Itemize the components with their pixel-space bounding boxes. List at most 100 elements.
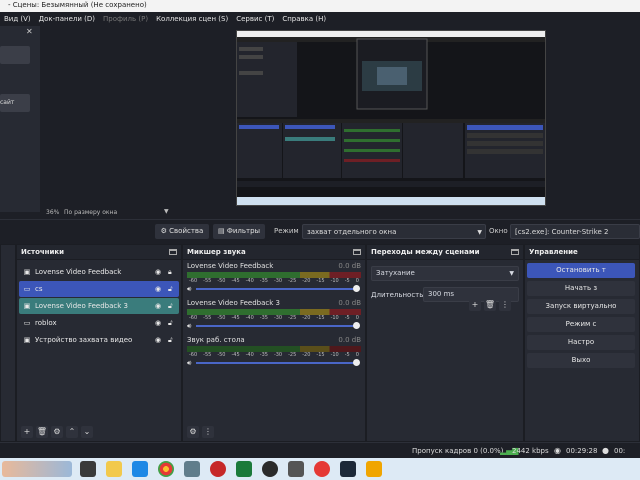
studio-mode-button[interactable]: Режим с [527, 317, 635, 332]
zoom-level[interactable]: 36% [46, 209, 59, 216]
trash-icon[interactable]: 🗑︎ [484, 299, 496, 311]
window-label: Окно [489, 227, 508, 235]
mode-label: Режим [274, 227, 299, 235]
left-dock-button[interactable] [0, 46, 30, 64]
volume-slider[interactable] [196, 285, 360, 292]
window-value: [cs2.exe]: Counter-Strike 2 [515, 228, 609, 236]
filters-label: Фильтры [226, 227, 261, 235]
source-item[interactable]: ▣ Lovense Video Feedback ◉ 🔒︎ [19, 264, 179, 280]
transitions-header: Переходы между сценами [367, 245, 523, 260]
left-dock-item[interactable]: сайт [0, 94, 30, 112]
menu-help[interactable]: Справка (H) [278, 15, 330, 23]
button-label: Режим с [565, 320, 597, 328]
store-icon[interactable] [132, 461, 148, 477]
more-icon[interactable]: ⋮ [499, 299, 511, 311]
eye-icon[interactable]: ◉ [155, 302, 163, 310]
transition-select[interactable]: Затухание ▼ [371, 266, 519, 281]
speaker-icon[interactable]: 🔊︎ [187, 285, 196, 294]
menu-profile[interactable]: Профиль (P) [99, 15, 152, 23]
eye-icon[interactable]: ◉ [155, 336, 163, 344]
move-up-icon[interactable]: ⌃ [66, 426, 78, 438]
folder-icon[interactable] [106, 461, 122, 477]
mixer-track: Lovense Video Feedback 3 0.0 dB -60 -55 -50… [187, 299, 361, 330]
properties-button[interactable]: ⚙ Свойства [155, 224, 209, 239]
menu-scene-collection[interactable]: Коллекция сцен (S) [152, 15, 232, 23]
duration-label: Длительность [371, 290, 424, 299]
track-name: Звук раб. стола [187, 336, 245, 344]
eye-icon[interactable]: ◉ [155, 285, 163, 293]
menu-tools[interactable]: Сервис (T) [232, 15, 278, 23]
filter-icon: ▤ [217, 227, 225, 235]
source-label: roblox [35, 319, 57, 327]
preview-canvas[interactable] [236, 30, 546, 206]
start-recording-button[interactable]: Начать з [527, 281, 635, 296]
game-capture-icon: ▭ [23, 319, 31, 327]
steam-icon[interactable] [340, 461, 356, 477]
window-select[interactable]: [cs2.exe]: Counter-Strike 2 [510, 224, 640, 239]
chevron-down-icon[interactable]: ▼ [164, 208, 169, 215]
exit-button[interactable]: Выхо [527, 353, 635, 368]
volume-meter [187, 346, 361, 352]
source-item[interactable]: ▭ cs ◉ 🔓︎ [19, 281, 179, 297]
track-name: Lovense Video Feedback 3 [187, 299, 280, 307]
eye-icon[interactable]: ◉ [155, 319, 163, 327]
excel-icon[interactable] [236, 461, 252, 477]
zoom-mode[interactable]: По размеру окна [64, 209, 117, 216]
obs-icon[interactable] [262, 461, 278, 477]
more-icon[interactable]: ⋮ [202, 426, 214, 438]
bitrate: 2442 kbps [512, 447, 549, 455]
gear-icon[interactable] [288, 461, 304, 477]
settings-button[interactable]: Настро [527, 335, 635, 350]
unlock-icon[interactable]: 🔓︎ [168, 336, 175, 344]
taskbar-thumbnail[interactable] [2, 461, 72, 477]
yandex-icon[interactable] [314, 461, 330, 477]
source-label: Устройство захвата видео [35, 336, 133, 344]
context-bar: ⚙ Свойства ▤ Фильтры Режим захват отдель… [0, 219, 640, 244]
virtual-camera-button[interactable]: Запуск виртуально [527, 299, 635, 314]
media-icon[interactable] [80, 461, 96, 477]
menu-view[interactable]: Вид (V) [0, 15, 35, 23]
slider-knob[interactable] [353, 359, 360, 366]
mixer-track: Lovense Video Feedback 0.0 dB -60 -55 -50 -4… [187, 262, 361, 293]
unlock-icon[interactable]: 🔓︎ [168, 302, 175, 310]
stream-time: 00:29:28 [566, 447, 598, 455]
button-label: Выхо [571, 356, 591, 364]
undock-icon[interactable] [511, 249, 519, 255]
filters-button[interactable]: ▤ Фильтры [213, 224, 265, 239]
gear-icon[interactable]: ⚙ [51, 426, 63, 438]
app-icon[interactable] [184, 461, 200, 477]
menu-docks[interactable]: Док-панели (D) [35, 15, 99, 23]
gear-icon: ⚙ [160, 227, 167, 235]
app-icon[interactable] [366, 461, 382, 477]
track-db: 0.0 dB [338, 299, 361, 307]
volume-meter [187, 272, 361, 278]
volume-slider[interactable] [196, 322, 360, 329]
lock-icon[interactable]: 🔒︎ [168, 268, 175, 276]
source-item[interactable]: ▣ Устройство захвата видео ◉ 🔓︎ [19, 332, 179, 348]
add-source-button[interactable]: + [21, 426, 33, 438]
chrome-icon[interactable] [158, 461, 174, 477]
speaker-icon[interactable]: 🔊︎ [187, 359, 196, 368]
source-item[interactable]: ▭ roblox ◉ 🔓︎ [19, 315, 179, 331]
mixer-title: Микшер звука [187, 248, 246, 256]
source-item[interactable]: ▣ Lovense Video Feedback 3 ◉ 🔓︎ [19, 298, 179, 314]
stop-streaming-button[interactable]: Остановить т [527, 263, 635, 278]
gear-icon[interactable]: ⚙ [187, 426, 199, 438]
unlock-icon[interactable]: 🔓︎ [168, 319, 175, 327]
undock-icon[interactable] [353, 249, 361, 255]
game-capture-icon: ▭ [23, 285, 31, 293]
camera-icon: ▣ [23, 336, 31, 344]
speaker-icon[interactable]: 🔊︎ [187, 322, 196, 331]
slider-knob[interactable] [353, 322, 360, 329]
trash-icon[interactable]: 🗑︎ [36, 426, 48, 438]
unlock-icon[interactable]: 🔓︎ [168, 285, 175, 293]
close-icon[interactable]: ✕ [26, 27, 36, 36]
eye-icon[interactable]: ◉ [155, 268, 163, 276]
undock-icon[interactable] [169, 249, 177, 255]
volume-slider[interactable] [196, 359, 360, 366]
add-transition-button[interactable]: + [469, 299, 481, 311]
opera-icon[interactable] [210, 461, 226, 477]
move-down-icon[interactable]: ⌄ [81, 426, 93, 438]
slider-knob[interactable] [353, 285, 360, 292]
mode-select[interactable]: захват отдельного окна ▼ [302, 224, 486, 239]
